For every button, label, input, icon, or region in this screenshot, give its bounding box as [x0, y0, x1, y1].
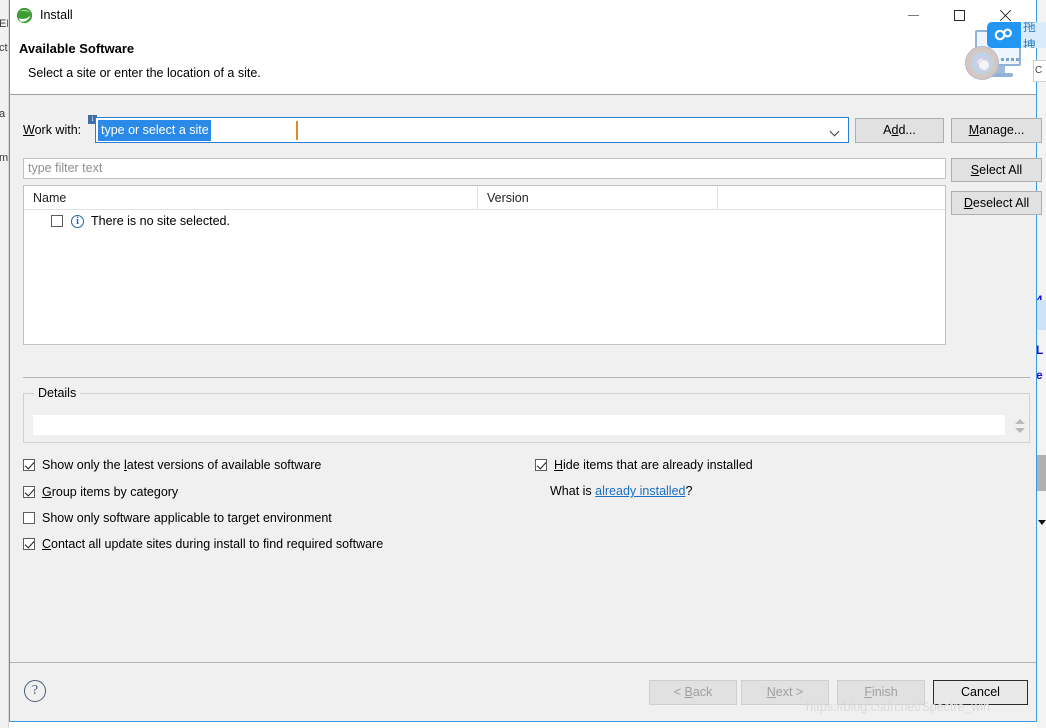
work-with-label: Work with: — [23, 123, 81, 137]
checkbox-label: Group items by category — [42, 485, 179, 499]
add-button-post: d... — [898, 123, 916, 137]
checkbox-box[interactable] — [23, 538, 35, 550]
available-software-table[interactable]: Name Version i There is no site selected… — [23, 185, 946, 345]
checkbox-target-environment[interactable]: Show only software applicable to target … — [23, 511, 332, 525]
dialog-body — [10, 96, 1036, 662]
page-title: Available Software — [19, 41, 135, 56]
title-bar[interactable]: Install — [10, 0, 1036, 31]
finish-button[interactable]: Finish — [837, 680, 925, 705]
chevron-down-icon[interactable] — [1015, 428, 1025, 433]
bg-highlight-bar — [1037, 300, 1046, 330]
deselect-all-mnemonic: D — [963, 196, 973, 210]
what-is-prefix: What is — [550, 484, 596, 498]
checkbox-box[interactable] — [535, 459, 547, 471]
details-scroll-spinner[interactable] — [1012, 414, 1028, 438]
column-header-blank[interactable] — [717, 186, 945, 210]
eclipse-icon — [16, 7, 33, 24]
background-app-left-strip: EL ct a m — [0, 0, 9, 728]
checkbox-hide-installed-items[interactable]: Hide items that are already installed — [535, 458, 753, 472]
filter-input[interactable]: type filter text — [23, 158, 946, 179]
details-legend: Details — [34, 386, 81, 400]
page-header: Available Software Select a site or ente… — [10, 31, 1036, 95]
select-all-button[interactable]: Select All — [951, 158, 1042, 182]
cancel-button[interactable]: Cancel — [933, 680, 1028, 705]
work-with-combo[interactable]: type or select a site — [95, 117, 849, 143]
dialog-footer: ? < Back Next > Finish Cancel — [10, 662, 1036, 720]
checkbox-label: Contact all update sites during install … — [42, 537, 384, 551]
deselect-all-post: eselect All — [972, 196, 1030, 210]
monitor-dots-icon — [1001, 58, 1019, 61]
bg-fragment: a — [0, 108, 5, 120]
add-button[interactable]: Add... — [855, 118, 944, 143]
work-with-label-rest: ork with: — [34, 123, 82, 137]
checkbox-box[interactable] — [23, 459, 35, 471]
minimize-icon — [907, 14, 919, 16]
help-button[interactable]: ? — [24, 680, 46, 702]
manage-button[interactable]: Manage... — [951, 118, 1042, 143]
section-divider — [23, 377, 1030, 378]
bg-fragment: e — [1037, 368, 1043, 382]
cloud-drag-widget[interactable]: 拖拽 C — [965, 22, 1046, 94]
minimize-button[interactable] — [890, 0, 936, 30]
table-header-row: Name Version — [24, 186, 945, 210]
what-is-already-installed: What is already installed? — [550, 484, 692, 498]
bg-fragment: EL — [0, 18, 8, 30]
drag-hint-text: 拖拽 — [1021, 22, 1046, 48]
checkbox-box[interactable] — [23, 486, 35, 498]
checkbox-group-by-category[interactable]: Group items by category — [23, 485, 178, 499]
row-label: There is no site selected. — [91, 214, 230, 228]
checkbox-label: Hide items that are already installed — [554, 458, 753, 472]
column-header-version[interactable]: Version — [477, 186, 717, 210]
back-button[interactable]: < Back — [649, 680, 737, 705]
next-button[interactable]: Next > — [741, 680, 829, 705]
chevron-down-icon[interactable] — [829, 126, 840, 137]
checkbox-contact-update-sites[interactable]: Contact all update sites during install … — [23, 537, 383, 551]
work-with-mnemonic: W — [23, 123, 35, 137]
manage-button-post: anage... — [979, 123, 1025, 137]
install-dialog: Install Available Software Select a site… — [9, 0, 1042, 722]
chevron-up-icon[interactable] — [1015, 419, 1025, 424]
add-button-pre: A — [883, 123, 892, 137]
background-app-right-strip: ' 4 3 L e — [1037, 0, 1046, 728]
deselect-all-button[interactable]: Deselect All — [951, 191, 1042, 215]
info-icon: i — [71, 214, 84, 228]
background-scrollbar-thumb[interactable] — [1037, 455, 1046, 491]
select-all-mnemonic: S — [970, 163, 980, 177]
checkbox-label: Show only the latest versions of availab… — [42, 458, 322, 472]
window-title: Install — [40, 8, 73, 22]
select-all-post: elect All — [979, 163, 1023, 177]
manage-button-mnemonic: M — [968, 123, 980, 137]
widget-right-fragment: C — [1033, 60, 1046, 82]
cd-disc-icon — [965, 46, 999, 80]
close-icon — [999, 9, 1012, 22]
checkbox-label: Show only software applicable to target … — [42, 511, 332, 525]
column-header-name[interactable]: Name — [24, 186, 477, 210]
maximize-icon — [953, 9, 965, 21]
screen: EL ct a m ' 4 3 L e Install — [0, 0, 1046, 728]
table-row[interactable]: i There is no site selected. — [24, 210, 945, 232]
page-subtitle: Select a site or enter the location of a… — [28, 66, 261, 80]
details-group: Details — [23, 386, 1030, 443]
background-scroll-down-icon[interactable] — [1038, 520, 1046, 525]
details-text — [32, 414, 1006, 436]
cloud-icon[interactable] — [987, 22, 1021, 48]
bg-fragment: L — [1037, 343, 1044, 357]
already-installed-link[interactable]: already installed — [595, 484, 685, 498]
what-is-suffix: ? — [685, 484, 693, 498]
row-checkbox[interactable] — [51, 215, 63, 227]
bg-fragment: ct — [0, 42, 8, 54]
bg-fragment: m — [0, 152, 8, 164]
checkbox-box[interactable] — [23, 512, 35, 524]
checkbox-show-latest-versions[interactable]: Show only the latest versions of availab… — [23, 458, 321, 472]
text-caret — [296, 121, 298, 140]
work-with-input[interactable]: type or select a site — [98, 120, 211, 141]
